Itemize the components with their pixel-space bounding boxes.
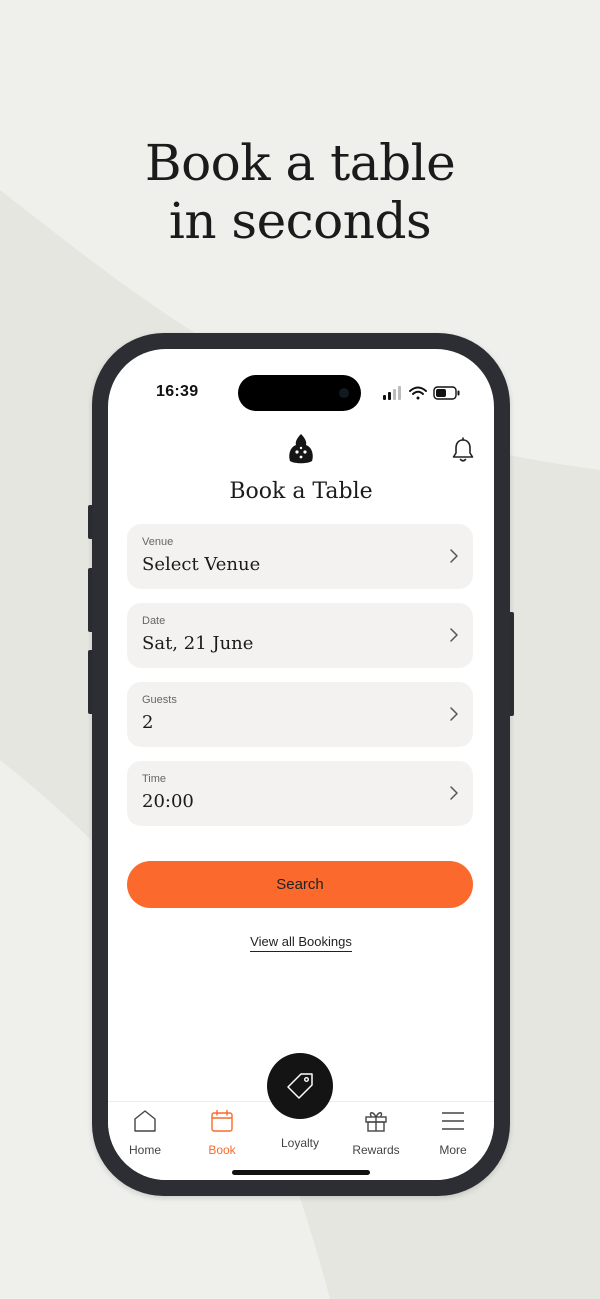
menu-icon xyxy=(442,1112,464,1130)
headline: Book a table in seconds xyxy=(0,134,600,250)
camera-dot xyxy=(339,388,349,398)
tab-more-label: More xyxy=(439,1143,467,1157)
phone-screen: 16:39 Book a Table Venue Select Venue Da… xyxy=(108,349,494,1180)
bee-icon xyxy=(289,434,313,464)
bell-icon[interactable] xyxy=(451,437,475,463)
status-icons xyxy=(383,386,460,400)
gift-icon xyxy=(365,1112,387,1132)
home-icon xyxy=(134,1110,156,1132)
venue-field[interactable]: Venue Select Venue xyxy=(127,524,473,589)
tab-more[interactable]: More xyxy=(418,1108,488,1158)
chevron-right-icon xyxy=(450,628,458,642)
tab-book[interactable]: Book xyxy=(187,1108,257,1158)
date-value: Sat, 21 June xyxy=(142,633,254,654)
chevron-right-icon xyxy=(450,549,458,563)
search-button[interactable]: Search xyxy=(127,861,473,908)
tab-rewards[interactable]: Rewards xyxy=(341,1108,411,1158)
time-value: 20:00 xyxy=(142,791,194,812)
tab-loyalty[interactable] xyxy=(267,1053,333,1119)
battery-icon xyxy=(433,386,460,400)
chevron-right-icon xyxy=(450,707,458,721)
guests-label: Guests xyxy=(142,694,177,706)
tab-rewards-label: Rewards xyxy=(352,1143,400,1157)
wifi-icon xyxy=(409,386,427,400)
tab-loyalty-label: Loyalty xyxy=(280,1136,320,1150)
guests-value: 2 xyxy=(142,712,154,733)
guests-field[interactable]: Guests 2 xyxy=(127,682,473,747)
home-indicator xyxy=(232,1170,370,1175)
chevron-right-icon xyxy=(450,786,458,800)
time-field[interactable]: Time 20:00 xyxy=(127,761,473,826)
view-all-bookings-link[interactable]: View all Bookings xyxy=(250,934,352,952)
date-field[interactable]: Date Sat, 21 June xyxy=(127,603,473,668)
tab-home[interactable]: Home xyxy=(110,1108,180,1158)
headline-line-2: in seconds xyxy=(168,192,432,250)
date-label: Date xyxy=(142,615,166,627)
time-label: Time xyxy=(142,773,167,785)
signal-icon xyxy=(383,386,401,400)
phone-frame: 16:39 Book a Table Venue Select Venue Da… xyxy=(92,333,510,1196)
tab-book-label: Book xyxy=(208,1143,236,1157)
venue-value: Select Venue xyxy=(142,554,261,575)
headline-line-1: Book a table xyxy=(144,134,456,192)
calendar-icon xyxy=(211,1109,233,1132)
status-time: 16:39 xyxy=(156,383,199,400)
page-title: Book a Table xyxy=(229,479,373,504)
tag-icon xyxy=(287,1073,313,1099)
tab-home-label: Home xyxy=(128,1143,161,1157)
dynamic-island xyxy=(238,375,361,411)
view-all-bookings-link-wrap: View all Bookings xyxy=(108,934,494,952)
venue-label: Venue xyxy=(142,536,174,548)
